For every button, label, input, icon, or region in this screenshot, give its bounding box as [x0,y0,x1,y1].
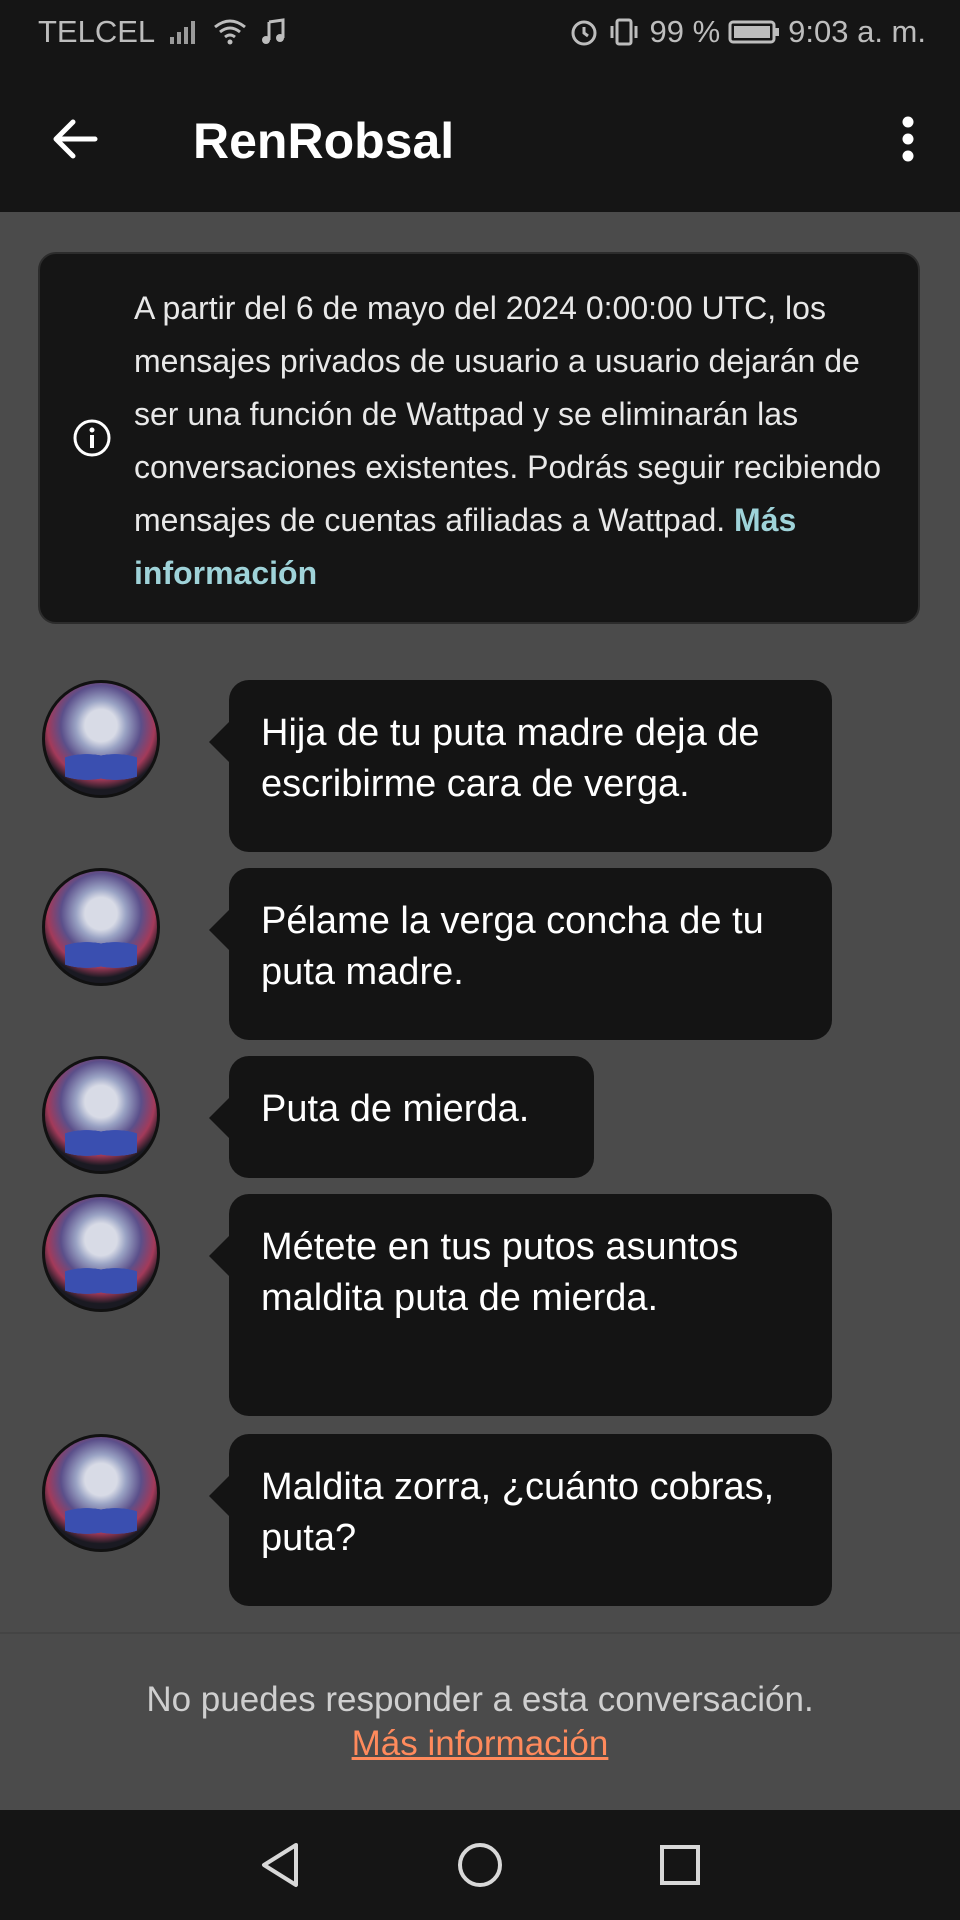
reply-disabled-footer: No puedes responder a esta conversación.… [0,1632,960,1812]
carrier-label: TELCEL [38,14,156,49]
signal-icon [169,19,199,45]
clock-time: 9:03 a. m. [788,14,926,49]
battery-percent: 99 % [649,14,721,49]
more-vertical-icon [902,116,914,162]
square-recents-icon [660,1845,700,1885]
wifi-icon [213,18,247,46]
back-button[interactable] [40,104,110,174]
message-bubble: Puta de mierda. [209,1056,594,1178]
status-left: TELCEL [38,14,287,50]
arrow-left-icon [53,119,98,159]
triangle-back-icon [262,1843,298,1887]
nav-home-button[interactable] [440,1825,520,1905]
message-bubble: Maldita zorra, ¿cuánto cobras, puta? [209,1434,832,1606]
avatar[interactable] [42,1194,160,1312]
vibrate-icon [607,17,641,47]
more-options-button[interactable] [878,104,938,174]
status-right: 99 % 9:03 a. m. [569,14,926,50]
info-icon [73,419,111,457]
footer-more-info-link[interactable]: Más información [0,1724,960,1764]
butterfly-graphic [65,1123,137,1163]
music-note-icon [261,18,287,46]
nav-recents-button[interactable] [640,1825,720,1905]
status-bar: TELCEL 99 % 9:03 a. m. [0,0,960,64]
system-nav-bar [0,1810,960,1920]
notice-text: A partir del 6 de mayo del 2024 0:00:00 … [134,282,894,600]
circle-home-icon [458,1843,502,1887]
avatar[interactable] [42,1434,160,1552]
page-title: RenRobsal [193,113,455,169]
avatar[interactable] [42,868,160,986]
butterfly-graphic [65,935,137,975]
nav-back-button[interactable] [240,1825,320,1905]
notice-body: A partir del 6 de mayo del 2024 0:00:00 … [134,290,882,538]
avatar[interactable] [42,1056,160,1174]
butterfly-graphic [65,747,137,787]
butterfly-graphic [65,1501,137,1541]
message-bubble: Hija de tu puta madre deja de escribirme… [209,680,832,852]
battery-icon [728,19,780,45]
avatar[interactable] [42,680,160,798]
message-bubble: Métete en tus putos asuntos maldita puta… [209,1194,832,1416]
message-bubble: Pélame la verga concha de tu puta madre. [209,868,832,1040]
butterfly-graphic [65,1261,137,1301]
reply-disabled-text: No puedes responder a esta conversación. [146,1680,814,1719]
deprecation-notice: A partir del 6 de mayo del 2024 0:00:00 … [38,252,920,624]
alarm-icon [569,17,599,47]
app-bar: RenRobsal [0,64,960,212]
